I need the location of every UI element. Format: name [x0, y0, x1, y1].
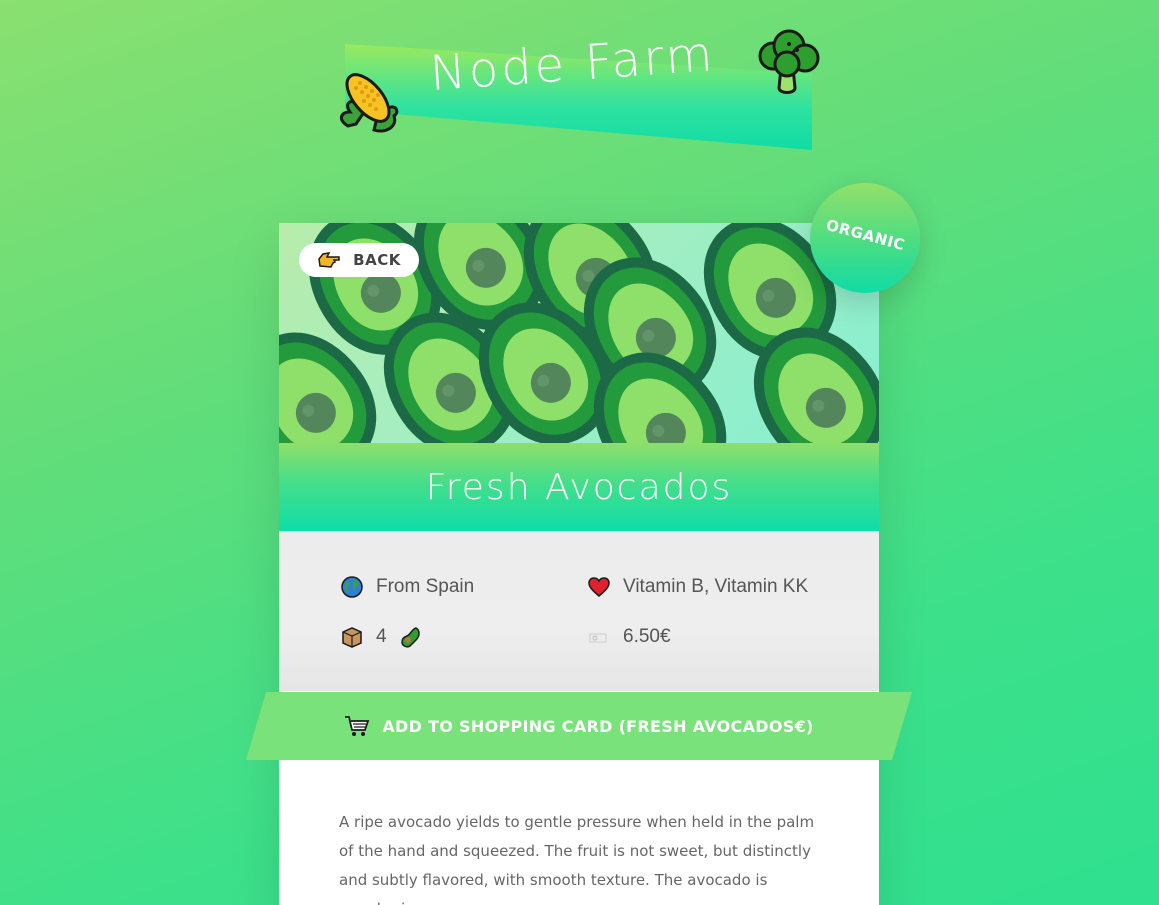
product-description: A ripe avocado yields to gentle pressure… [339, 813, 815, 905]
money-icon [589, 633, 607, 643]
back-button[interactable]: BACK [299, 243, 419, 277]
product-details: From Spain Vitamin B, Vitamin KK 4 6.50€ [279, 531, 879, 691]
product-title-bar: Fresh Avocados [279, 443, 879, 531]
add-to-cart-label: ADD TO SHOPPING CARD (FRESH AVOCADOS€) [382, 716, 814, 736]
detail-quantity: 4 [340, 625, 423, 649]
shopping-cart-icon [345, 716, 370, 736]
nutrients-text: Vitamin B, Vitamin KK [623, 576, 809, 597]
price-text: 6.50€ [623, 626, 671, 647]
box-icon [342, 627, 362, 648]
avocado-icon [400, 627, 420, 648]
add-to-cart-button[interactable]: ADD TO SHOPPING CARD (FRESH AVOCADOS€) [246, 692, 912, 760]
organic-label: ORGANIC [823, 215, 907, 255]
broccoli-icon [758, 29, 820, 94]
origin-text: From Spain [376, 576, 475, 597]
organic-badge: ORGANIC [810, 183, 920, 293]
back-button-label: BACK [353, 251, 401, 269]
product-card: BACK ORGANIC Fresh Avocados From Spain V… [279, 183, 920, 905]
product-image: BACK [279, 223, 879, 443]
detail-price: 6.50€ [587, 625, 671, 649]
heart-icon [588, 577, 610, 597]
pointing-hand-icon [318, 252, 340, 268]
detail-origin: From Spain [340, 575, 474, 599]
corn-icon [340, 73, 399, 133]
site-header: Node Farm [330, 26, 830, 158]
globe-icon [341, 576, 363, 598]
detail-nutrients: Vitamin B, Vitamin KK [587, 575, 808, 599]
product-title: Fresh Avocados [425, 466, 733, 508]
quantity-text: 4 [376, 626, 387, 647]
